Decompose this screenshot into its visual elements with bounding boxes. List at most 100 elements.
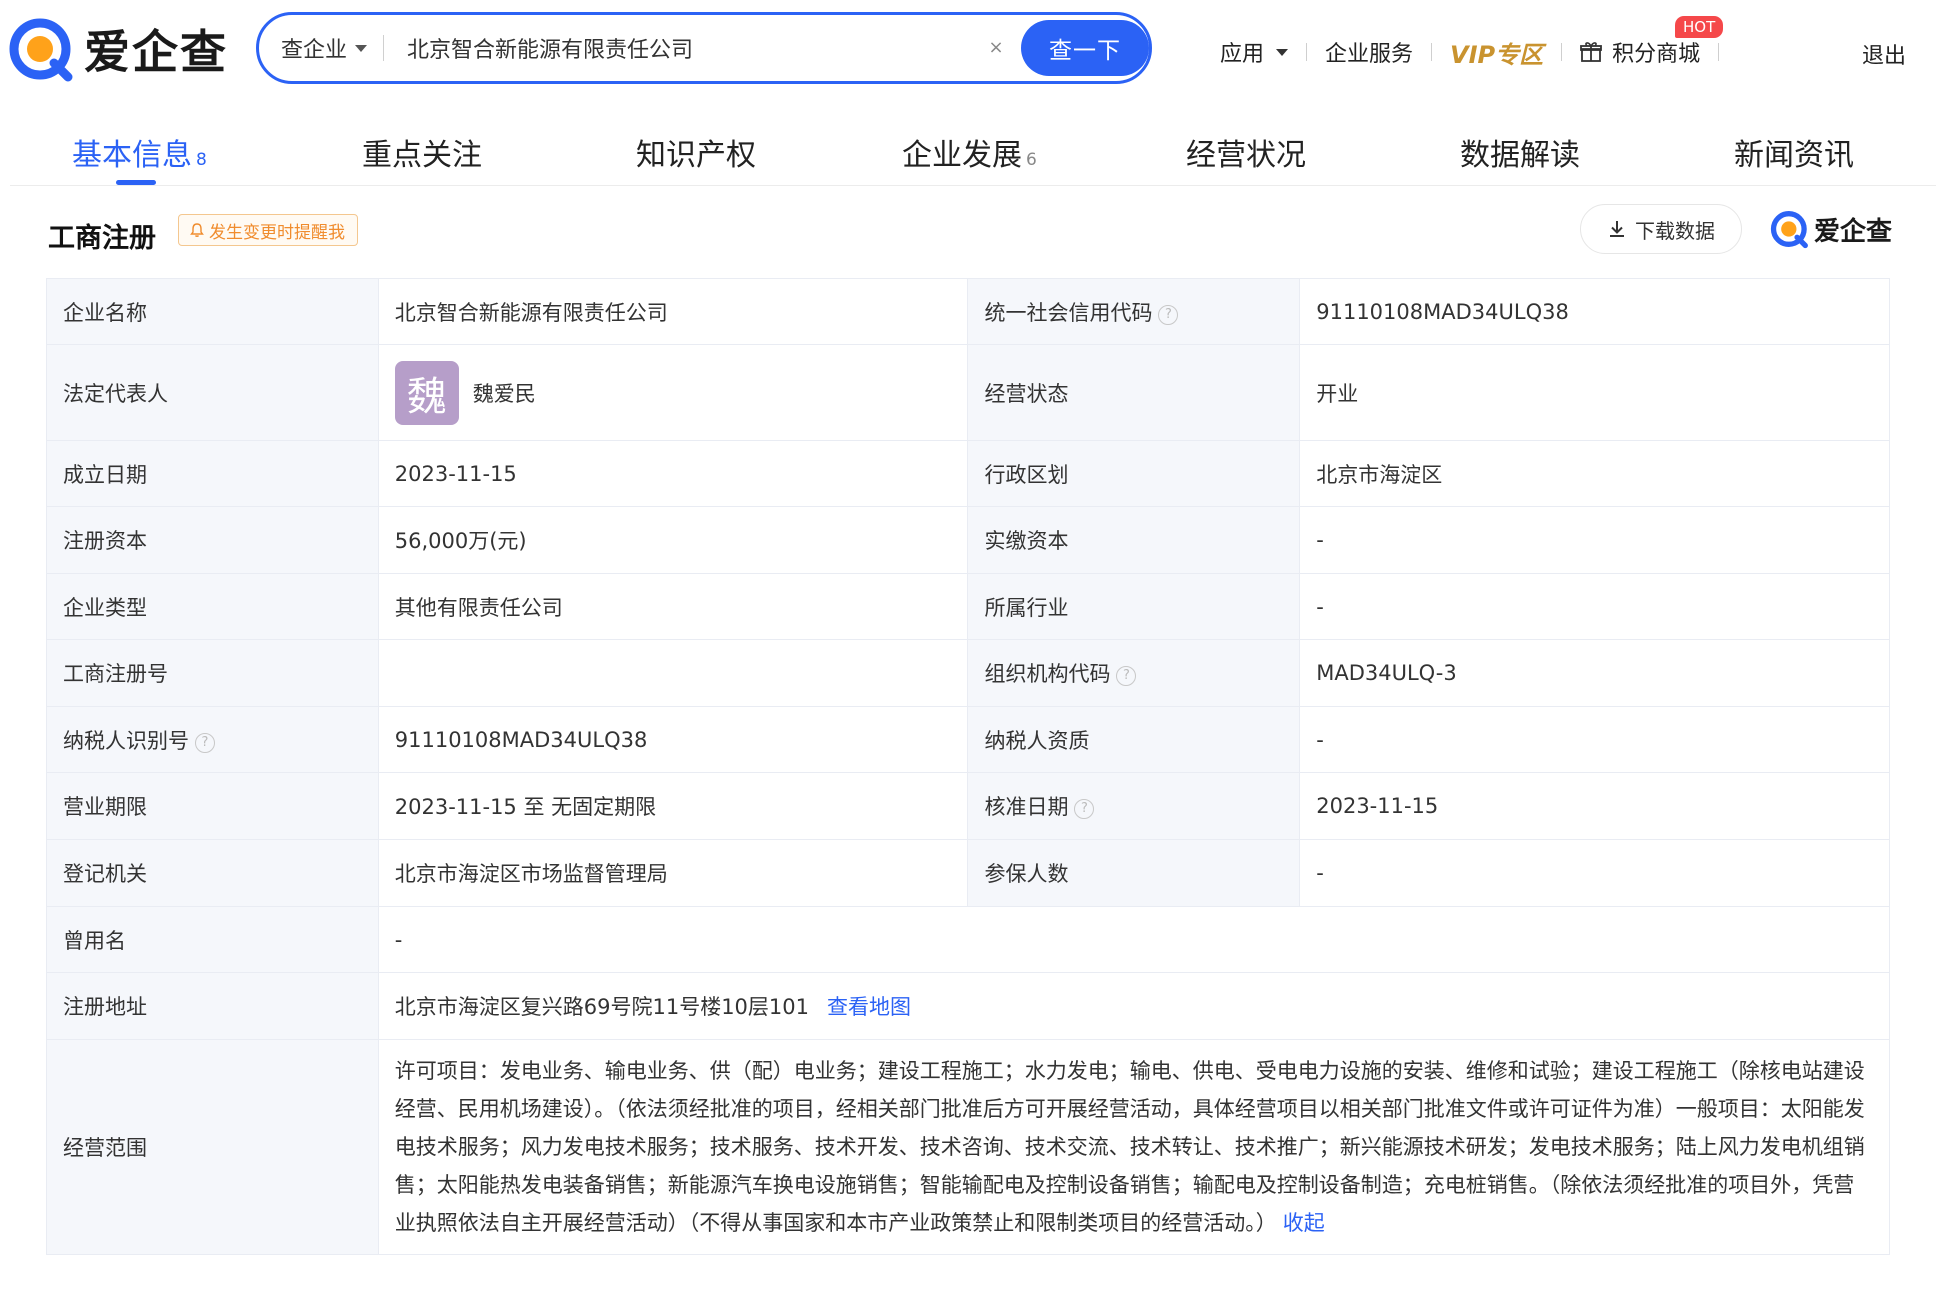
help-icon[interactable]: ? (1116, 666, 1137, 686)
change-alert-label: 发生变更时提醒我 (209, 222, 345, 243)
org-code-label-cell: 组织机构代码? (967, 639, 1301, 707)
org-code-value: MAD34ULQ-3 (1299, 639, 1890, 707)
legal-rep-cell: 魏 魏爱民 (377, 344, 969, 441)
table-row: 营业期限 2023-11-15 至 无固定期限 核准日期? 2023-11-15 (46, 772, 1890, 840)
tab-data-insights[interactable]: 数据解读 (1460, 130, 1580, 174)
district-label: 行政区划 (967, 440, 1301, 507)
org-code-label: 组织机构代码 (984, 662, 1111, 686)
company-name-value: 北京智合新能源有限责任公司 (377, 278, 969, 345)
paid-capital-label: 实缴资本 (967, 506, 1301, 574)
tab-label: 新闻资讯 (1734, 138, 1854, 173)
table-row: 工商注册号 组织机构代码? MAD34ULQ-3 (46, 639, 1890, 707)
founded-value: 2023-11-15 (377, 440, 969, 507)
view-map-link[interactable]: 查看地图 (827, 995, 911, 1019)
nav-apps[interactable]: 应用 (1220, 36, 1289, 68)
term-label: 营业期限 (46, 772, 379, 840)
insured-value: - (1299, 839, 1890, 907)
tab-key-focus[interactable]: 重点关注 (362, 130, 482, 174)
legal-rep[interactable]: 魏 魏爱民 (394, 360, 952, 425)
clear-icon[interactable]: × (985, 37, 1007, 59)
nav-divider (1561, 43, 1563, 61)
legal-rep-label: 法定代表人 (46, 344, 379, 441)
logo-q-icon (9, 18, 73, 82)
change-alert-button[interactable]: 发生变更时提醒我 (178, 214, 358, 246)
help-icon[interactable]: ? (1074, 799, 1095, 819)
nav-enterprise-service[interactable]: 企业服务 (1325, 36, 1413, 68)
search-scope-label: 查企业 (281, 38, 348, 63)
search-scope-select[interactable]: 查企业 (281, 15, 368, 81)
taxpayer-id-label: 纳税人识别号 (63, 728, 189, 753)
former-name-value: - (377, 906, 1891, 973)
tab-bar: 基本信息 8 重点关注 知识产权 企业发展 6 经营状况 数据解读 新闻资讯 (10, 100, 1936, 186)
taxpayer-qual-value: - (1299, 706, 1890, 773)
tab-label: 知识产权 (636, 138, 756, 173)
table-row: 企业类型 其他有限责任公司 所属行业 - (46, 573, 1890, 640)
table-row: 登记机关 北京市海淀区市场监督管理局 参保人数 - (46, 839, 1890, 907)
type-value: 其他有限责任公司 (377, 573, 969, 640)
section-brand-name: 爱企查 (1814, 216, 1893, 247)
legal-rep-name: 魏爱民 (472, 381, 536, 406)
credit-code-label-cell: 统一社会信用代码? (967, 278, 1301, 345)
term-value: 2023-11-15 至 无固定期限 (377, 772, 969, 840)
tab-development[interactable]: 企业发展 6 (902, 130, 1037, 174)
table-row: 法定代表人 魏 魏爱民 经营状态 开业 (46, 344, 1890, 441)
reg-capital-label: 注册资本 (46, 506, 379, 574)
tab-news[interactable]: 新闻资讯 (1734, 130, 1854, 174)
taxpayer-qual-label: 纳税人资质 (967, 706, 1301, 773)
section-brand-logo: 爱企查 (1770, 208, 1892, 250)
taxpayer-id-label-cell: 纳税人识别号? (46, 706, 379, 773)
insured-label: 参保人数 (967, 839, 1301, 907)
address-label: 注册地址 (46, 972, 379, 1040)
address-value: 北京市海淀区复兴路69号院11号楼10层101 (394, 995, 809, 1019)
approval-date-label: 核准日期 (984, 795, 1069, 819)
type-label: 企业类型 (46, 573, 379, 640)
download-data-button[interactable]: 下载数据 (1580, 204, 1742, 254)
help-icon[interactable]: ? (1158, 304, 1179, 325)
authority-value: 北京市海淀区市场监督管理局 (377, 839, 969, 907)
download-data-label: 下载数据 (1635, 218, 1715, 243)
nav-points-mall[interactable]: 积分商城 (1580, 36, 1700, 68)
table-row: 注册地址 北京市海淀区复兴路69号院11号楼10层101 查看地图 (46, 972, 1891, 1040)
industry-value: - (1299, 573, 1890, 640)
taxpayer-id-value: 91110108MAD34ULQ38 (377, 706, 969, 773)
top-bar: 爱企查 查企业 × 查一下 应用 企业服务 VIP专区 积分商城 (0, 0, 1936, 100)
tab-basic-info[interactable]: 基本信息 8 (72, 130, 207, 174)
reg-no-value (377, 639, 969, 707)
nav-divider (1306, 43, 1308, 61)
bell-icon (190, 223, 204, 237)
tab-label: 经营状况 (1186, 138, 1306, 173)
logout-link[interactable]: 退出 (1862, 38, 1906, 70)
table-row: 成立日期 2023-11-15 行政区划 北京市海淀区 (46, 440, 1890, 507)
chevron-down-icon (355, 44, 368, 52)
tab-operations[interactable]: 经营状况 (1186, 130, 1306, 174)
brand-logo[interactable]: 爱企查 (8, 14, 228, 84)
chevron-down-icon (1276, 48, 1289, 56)
status-value: 开业 (1299, 344, 1890, 441)
approval-date-label-cell: 核准日期? (967, 772, 1301, 840)
tab-count: 6 (1026, 150, 1037, 170)
table-row: 企业名称 北京智合新能源有限责任公司 统一社会信用代码? 91110108MAD… (46, 278, 1890, 345)
industry-label: 所属行业 (967, 573, 1301, 640)
credit-code-label: 统一社会信用代码 (984, 300, 1153, 325)
nav-vip[interactable]: VIP专区 (1450, 35, 1543, 70)
tab-label: 基本信息 (72, 138, 192, 173)
help-icon[interactable]: ? (195, 732, 215, 753)
approval-date-value: 2023-11-15 (1299, 772, 1890, 840)
table-row: 纳税人识别号? 91110108MAD34ULQ38 纳税人资质 - (46, 706, 1890, 773)
authority-label: 登记机关 (46, 839, 379, 907)
scope-label: 经营范围 (46, 1039, 379, 1255)
top-nav: 应用 企业服务 VIP专区 积分商城 (1220, 30, 1737, 74)
paid-capital-value: - (1299, 506, 1890, 574)
search-button[interactable]: 查一下 (1021, 20, 1149, 76)
collapse-link[interactable]: 收起 (1283, 1211, 1325, 1235)
logo-q-icon (1770, 211, 1808, 249)
credit-code-value: 91110108MAD34ULQ38 (1299, 278, 1890, 345)
tab-label: 重点关注 (362, 138, 482, 173)
gift-icon (1580, 42, 1603, 62)
search-input[interactable] (407, 27, 1007, 69)
reg-no-label: 工商注册号 (46, 639, 379, 707)
nav-points-mall-label: 积分商城 (1612, 42, 1701, 67)
tab-count: 8 (196, 150, 207, 170)
hot-badge: HOT (1675, 16, 1724, 38)
tab-ip[interactable]: 知识产权 (636, 130, 756, 174)
